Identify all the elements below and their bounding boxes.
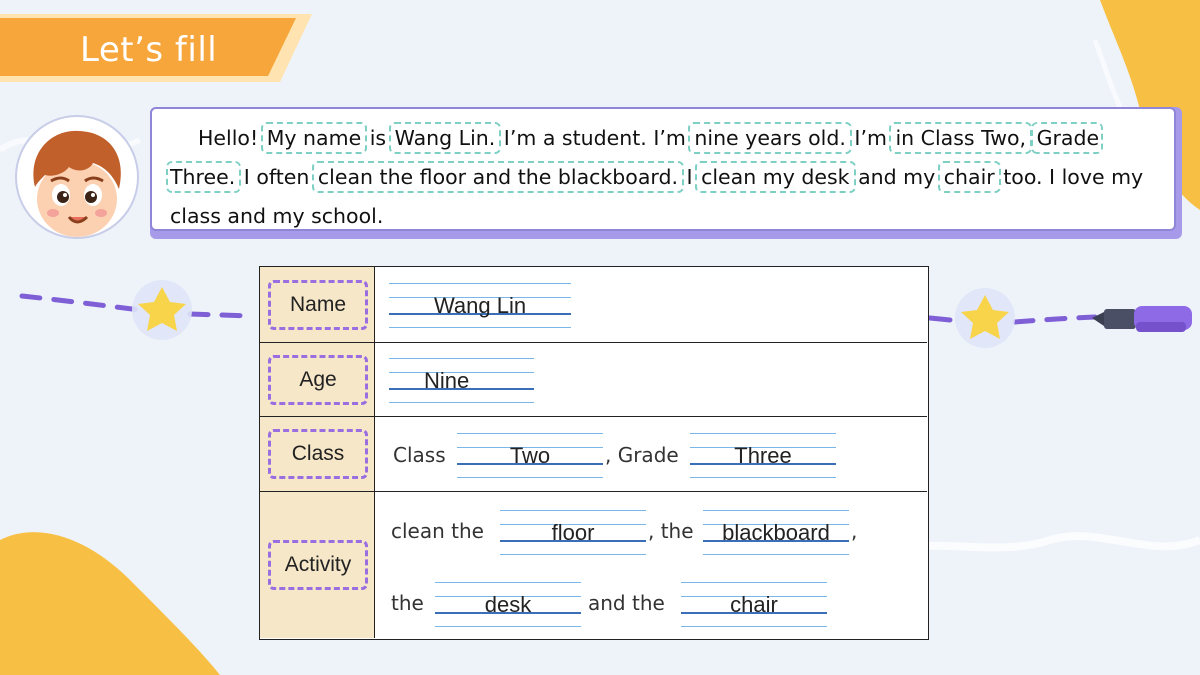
label-name: Name bbox=[268, 279, 368, 330]
value-cell: Class Two , Grade Three bbox=[375, 417, 927, 491]
passage-segment: I often bbox=[237, 165, 316, 189]
activity-line2-middle: and the bbox=[588, 591, 665, 615]
table-row-activity: Activity clean the floor , the blackboar… bbox=[260, 492, 927, 638]
star-icon bbox=[955, 288, 1015, 348]
activity-comma: , bbox=[851, 519, 858, 543]
highlight-desk: clean my desk bbox=[695, 161, 856, 193]
answer-text: chair bbox=[730, 592, 778, 617]
answer-blank-blackboard[interactable]: blackboard bbox=[703, 508, 849, 556]
label-cell: Activity bbox=[260, 492, 375, 638]
answer-text: Wang Lin bbox=[433, 293, 527, 318]
passage-shadow: Hello! My name is Wang Lin. I’m a studen… bbox=[150, 107, 1182, 239]
table-row-name: Name Wang Lin bbox=[260, 267, 927, 343]
value-cell: Wang Lin bbox=[375, 267, 927, 342]
answer-text: desk bbox=[484, 592, 532, 617]
avatar bbox=[15, 115, 139, 239]
passage-segment: Hello! bbox=[198, 126, 265, 150]
answer-blank-grade[interactable]: Three bbox=[690, 431, 836, 479]
page-title: Let’s fill bbox=[80, 30, 218, 70]
passage-segment bbox=[1028, 126, 1035, 150]
activity-prefix: clean the bbox=[391, 519, 484, 543]
label-class: Class bbox=[268, 429, 368, 479]
passage-segment: I bbox=[680, 165, 700, 189]
answer-blank-chair[interactable]: chair bbox=[681, 580, 827, 628]
boy-face-icon bbox=[33, 130, 121, 237]
label-cell: Name bbox=[260, 267, 375, 342]
highlight-name: My name bbox=[260, 122, 368, 154]
highlight-class: in Class Two, bbox=[889, 122, 1033, 154]
passage-segment: and my bbox=[851, 165, 942, 189]
answer-blank-desk[interactable]: desk bbox=[435, 580, 581, 628]
activity-line2-prefix: the bbox=[391, 591, 424, 615]
table-row-age: Age Nine bbox=[260, 343, 927, 417]
passage-segment: is bbox=[363, 126, 393, 150]
highlight-activity: clean the floor and the blackboard. bbox=[311, 161, 685, 193]
highlight-wang-lin: Wang Lin. bbox=[388, 122, 502, 154]
answer-blank-age[interactable]: Nine bbox=[389, 356, 534, 404]
answer-blank-floor[interactable]: floor bbox=[500, 508, 646, 556]
table-row-class: Class Class Two , Grade Three bbox=[260, 417, 927, 492]
label-activity: Activity bbox=[268, 540, 368, 590]
label-cell: Age bbox=[260, 343, 375, 416]
answer-text: blackboard bbox=[722, 520, 830, 545]
passage-segment: I’m bbox=[847, 126, 894, 150]
star-icon bbox=[132, 280, 192, 340]
answer-blank-name[interactable]: Wang Lin bbox=[389, 281, 571, 329]
passage-text: Hello! My name is Wang Lin. I’m a studen… bbox=[165, 119, 1160, 236]
passage-segment: I’m a student. I’m bbox=[497, 126, 693, 150]
answer-blank-class[interactable]: Two bbox=[457, 431, 603, 479]
header-banner: Let’s fill bbox=[0, 14, 312, 82]
answer-text: Three bbox=[734, 443, 792, 468]
class-prefix: Class bbox=[393, 443, 446, 467]
answer-text: floor bbox=[551, 520, 595, 545]
highlight-chair: chair bbox=[937, 161, 1001, 193]
activity-middle: , the bbox=[648, 519, 694, 543]
marker-pen-icon bbox=[1092, 306, 1192, 332]
label-cell: Class bbox=[260, 417, 375, 491]
value-cell: clean the floor , the blackboard , the d… bbox=[375, 492, 927, 638]
grade-prefix: , Grade bbox=[605, 443, 679, 467]
label-age: Age bbox=[268, 354, 368, 405]
answer-text: Nine bbox=[424, 368, 470, 393]
value-cell: Nine bbox=[375, 343, 927, 416]
passage-box: Hello! My name is Wang Lin. I’m a studen… bbox=[150, 107, 1176, 231]
answer-text: Two bbox=[509, 443, 551, 468]
highlight-age: nine years old. bbox=[688, 122, 852, 154]
info-table: Name Wang Lin Age Nine Class Class Two ,… bbox=[259, 266, 929, 640]
